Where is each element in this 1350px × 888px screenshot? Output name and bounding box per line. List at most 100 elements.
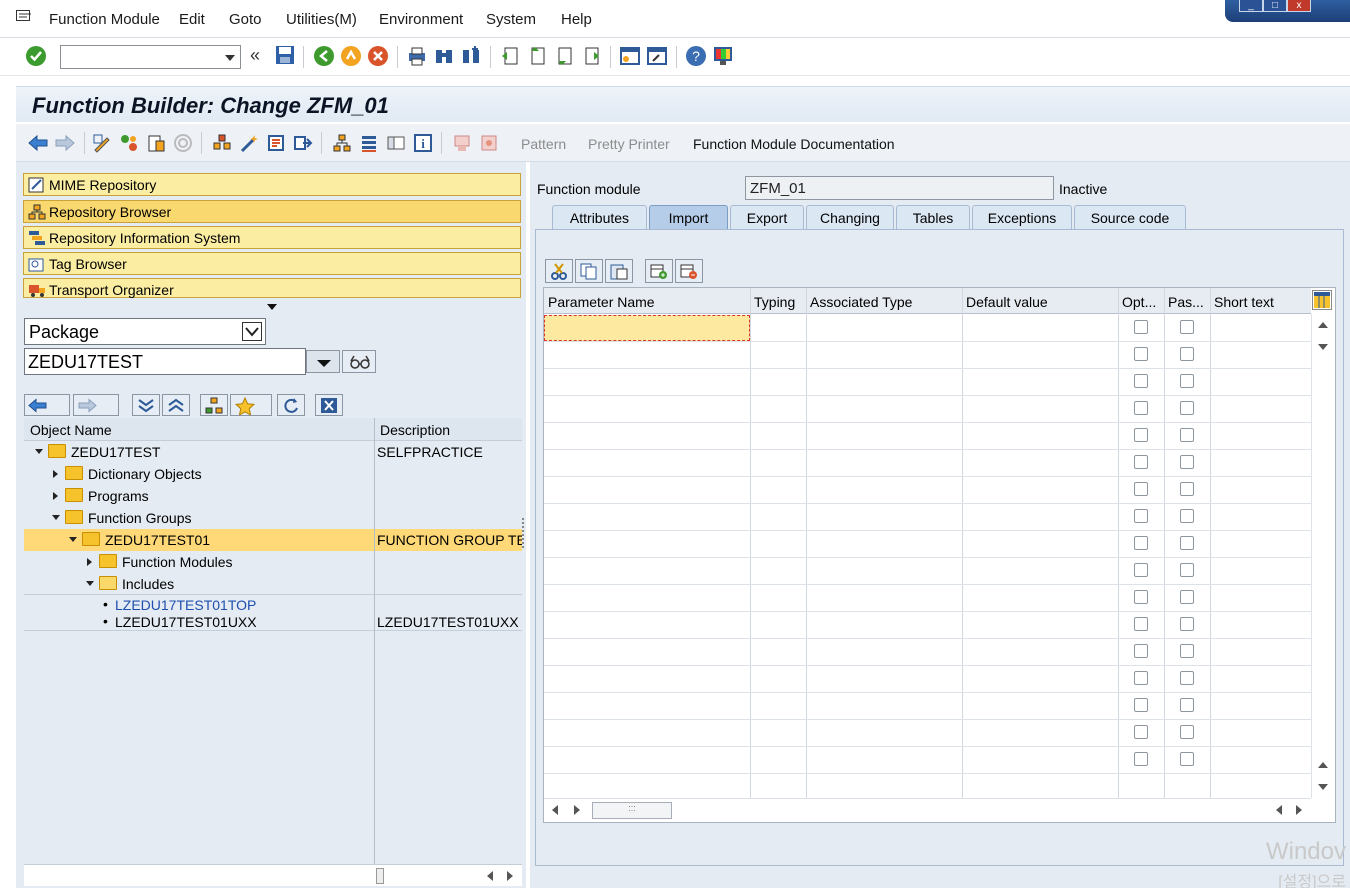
optional-checkbox[interactable] bbox=[1134, 644, 1148, 658]
pass-value-checkbox[interactable] bbox=[1180, 320, 1194, 334]
scroll-right-icon[interactable] bbox=[574, 805, 580, 815]
tree-forward-button[interactable] bbox=[73, 394, 119, 416]
expanded-icon[interactable] bbox=[86, 581, 94, 586]
command-field[interactable] bbox=[60, 45, 241, 69]
find-next-icon[interactable] bbox=[460, 45, 482, 67]
scroll-up-icon[interactable] bbox=[1318, 762, 1328, 768]
where-used-icon[interactable] bbox=[173, 133, 193, 153]
menu-environment[interactable]: Environment bbox=[379, 11, 463, 28]
save-icon[interactable] bbox=[275, 45, 295, 65]
pass-value-checkbox[interactable] bbox=[1180, 644, 1194, 658]
menu-help[interactable]: Help bbox=[561, 11, 592, 28]
optional-checkbox[interactable] bbox=[1134, 671, 1148, 685]
expanded-icon[interactable] bbox=[69, 537, 77, 542]
optional-checkbox[interactable] bbox=[1134, 698, 1148, 712]
pretty-printer-button[interactable]: Pretty Printer bbox=[588, 136, 670, 152]
menu-goto[interactable]: Goto bbox=[229, 11, 262, 28]
previous-page-icon[interactable] bbox=[526, 45, 548, 67]
optional-checkbox[interactable] bbox=[1134, 509, 1148, 523]
navigation-window-icon[interactable] bbox=[212, 133, 232, 153]
favorites-button[interactable] bbox=[230, 394, 272, 416]
pass-value-checkbox[interactable] bbox=[1180, 482, 1194, 496]
forward-arrow-icon[interactable] bbox=[55, 134, 75, 152]
scroll-left-icon[interactable] bbox=[552, 805, 558, 815]
expand-all-button[interactable] bbox=[132, 394, 160, 416]
pass-value-checkbox[interactable] bbox=[1180, 455, 1194, 469]
tree-horizontal-scrollbar[interactable] bbox=[24, 864, 522, 886]
optional-checkbox[interactable] bbox=[1134, 347, 1148, 361]
next-page-icon[interactable] bbox=[553, 45, 575, 67]
cancel-icon[interactable] bbox=[367, 45, 389, 67]
repository-info-system-button[interactable]: Repository Information System bbox=[23, 226, 521, 249]
collapsed-icon[interactable] bbox=[53, 492, 58, 500]
pass-value-checkbox[interactable] bbox=[1180, 401, 1194, 415]
cut-button[interactable] bbox=[545, 259, 573, 283]
object-list-icon[interactable] bbox=[146, 133, 166, 153]
pass-value-checkbox[interactable] bbox=[1180, 590, 1194, 604]
optional-checkbox[interactable] bbox=[1134, 428, 1148, 442]
pass-value-checkbox[interactable] bbox=[1180, 428, 1194, 442]
menu-function-module[interactable]: Function Module bbox=[49, 11, 160, 28]
magic-wand-icon[interactable] bbox=[239, 133, 259, 153]
optional-checkbox[interactable] bbox=[1134, 590, 1148, 604]
enter-check-icon[interactable] bbox=[25, 45, 47, 67]
tab-source-code[interactable]: Source code bbox=[1074, 205, 1186, 229]
maximize-button[interactable]: □ bbox=[1263, 0, 1287, 12]
pass-value-checkbox[interactable] bbox=[1180, 698, 1194, 712]
col-default-value[interactable]: Default value bbox=[966, 294, 1048, 310]
menu-utilities[interactable]: Utilities(M) bbox=[286, 11, 357, 28]
pass-value-checkbox[interactable] bbox=[1180, 536, 1194, 550]
tree-row-include-top[interactable]: • LZEDU17TEST01TOP bbox=[24, 595, 522, 613]
delete-row-button[interactable] bbox=[675, 259, 703, 283]
optional-checkbox[interactable] bbox=[1134, 563, 1148, 577]
customize-layout-icon[interactable] bbox=[712, 45, 734, 67]
pattern-button[interactable]: Pattern bbox=[521, 136, 566, 152]
display-glasses-button[interactable] bbox=[342, 350, 376, 373]
grid-vertical-scrollbar[interactable] bbox=[1311, 314, 1335, 798]
tab-changing[interactable]: Changing bbox=[806, 205, 894, 229]
minimize-button[interactable]: _ bbox=[1239, 0, 1263, 12]
optional-checkbox[interactable] bbox=[1134, 617, 1148, 631]
scroll-left-icon[interactable] bbox=[1276, 805, 1282, 815]
pattern-icon[interactable] bbox=[479, 133, 499, 153]
exit-icon[interactable] bbox=[340, 45, 362, 67]
collapsed-icon[interactable] bbox=[87, 558, 92, 566]
help-icon[interactable]: ? bbox=[685, 45, 707, 67]
transport-organizer-button[interactable]: Transport Organizer bbox=[23, 278, 521, 298]
optional-checkbox[interactable] bbox=[1134, 725, 1148, 739]
collapse-all-button[interactable] bbox=[162, 394, 190, 416]
scroll-down-icon[interactable] bbox=[1318, 784, 1328, 790]
first-page-icon[interactable] bbox=[499, 45, 521, 67]
paste-button[interactable] bbox=[605, 259, 633, 283]
tree-row-function-modules[interactable]: Function Modules bbox=[24, 551, 522, 573]
scroll-thumb[interactable] bbox=[376, 868, 384, 884]
parameter-name-cell-active[interactable] bbox=[544, 315, 750, 341]
expand-nav-icon[interactable] bbox=[267, 304, 277, 310]
expanded-icon[interactable] bbox=[35, 449, 43, 454]
last-page-icon[interactable] bbox=[580, 45, 602, 67]
find-icon[interactable] bbox=[433, 45, 455, 67]
menu-system[interactable]: System bbox=[486, 11, 536, 28]
description-column-header[interactable]: Description bbox=[380, 422, 450, 438]
col-associated-type[interactable]: Associated Type bbox=[810, 294, 912, 310]
collapse-icon[interactable]: « bbox=[250, 45, 260, 66]
pass-value-checkbox[interactable] bbox=[1180, 671, 1194, 685]
dropdown-button[interactable] bbox=[306, 350, 340, 373]
pass-value-checkbox[interactable] bbox=[1180, 563, 1194, 577]
refresh-button[interactable] bbox=[277, 394, 305, 416]
copy-button[interactable] bbox=[575, 259, 603, 283]
back-arrow-icon[interactable] bbox=[28, 134, 48, 152]
scroll-thumb[interactable]: ::: bbox=[592, 802, 672, 819]
pass-value-checkbox[interactable] bbox=[1180, 509, 1194, 523]
activate-icon[interactable] bbox=[293, 133, 313, 153]
col-optional[interactable]: Opt... bbox=[1122, 294, 1156, 310]
optional-checkbox[interactable] bbox=[1134, 455, 1148, 469]
col-typing[interactable]: Typing bbox=[754, 294, 795, 310]
menu-edit[interactable]: Edit bbox=[179, 11, 205, 28]
tree-back-button[interactable] bbox=[24, 394, 70, 416]
system-menu-icon[interactable] bbox=[16, 10, 32, 22]
optional-checkbox[interactable] bbox=[1134, 536, 1148, 550]
pass-value-checkbox[interactable] bbox=[1180, 374, 1194, 388]
column-layout-button[interactable] bbox=[1312, 290, 1332, 310]
pass-value-checkbox[interactable] bbox=[1180, 347, 1194, 361]
